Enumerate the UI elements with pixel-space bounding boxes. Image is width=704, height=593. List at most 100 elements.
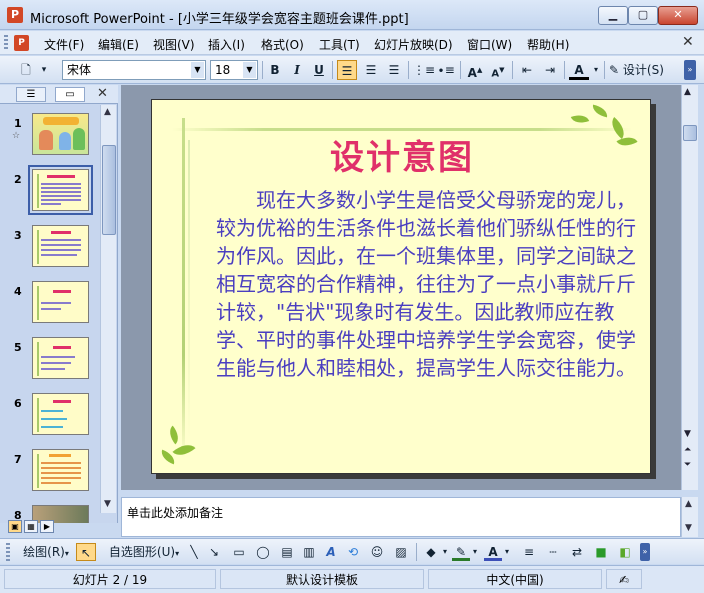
autoshapes-button[interactable]: 自选图形(U)▾	[104, 543, 184, 561]
wordart-icon[interactable]: A	[322, 543, 340, 561]
slide-thumbnail-row[interactable]: 7	[0, 449, 100, 499]
select-pointer-icon[interactable]: ↖	[76, 543, 96, 561]
oval-icon[interactable]: ◯	[254, 543, 272, 561]
increase-indent-icon[interactable]: ⇥	[540, 60, 560, 80]
scroll-up-icon[interactable]: ▲	[104, 107, 111, 117]
next-slide-icon[interactable]: ⏷	[684, 460, 691, 470]
line-color-icon[interactable]: ✎	[452, 543, 470, 561]
scroll-down-icon[interactable]: ▼	[684, 429, 691, 439]
slide-thumbnail-row[interactable]: 2	[0, 165, 100, 219]
line-style-icon[interactable]: ≡	[520, 543, 538, 561]
italic-button[interactable]: I	[288, 60, 306, 80]
font-size-select[interactable]: 18 ▼	[210, 60, 258, 80]
menu-insert[interactable]: 插入(I)	[208, 36, 245, 53]
slide-thumbnail-row[interactable]: 5	[0, 337, 100, 387]
minimize-button[interactable]: ▁	[598, 6, 628, 25]
design-template-name[interactable]: 默认设计模板	[220, 569, 424, 589]
arrow-icon[interactable]: ↘	[206, 543, 222, 561]
chevron-down-icon[interactable]: ▾	[470, 543, 480, 561]
slide-thumbnail-row[interactable]: 4	[0, 281, 100, 331]
align-left-icon[interactable]: ☰	[337, 60, 357, 80]
document-icon[interactable]: P	[14, 35, 29, 51]
menu-help[interactable]: 帮助(H)	[527, 36, 569, 53]
diagram-icon[interactable]: ⟲	[344, 543, 362, 561]
line-icon[interactable]: ╲	[186, 543, 202, 561]
3d-style-icon[interactable]: ◧	[616, 543, 634, 561]
slide-title[interactable]: 设计意图	[152, 130, 650, 179]
draw-menu-button[interactable]: 绘图(R)▾	[18, 543, 74, 561]
menu-file[interactable]: 文件(F)	[44, 36, 84, 53]
decrease-indent-icon[interactable]: ⇤	[517, 60, 537, 80]
picture-icon[interactable]: ▨	[392, 543, 410, 561]
scroll-down-icon[interactable]: ▼	[685, 523, 692, 533]
font-color-icon[interactable]: A	[484, 543, 502, 561]
dash-style-icon[interactable]: ┄	[544, 543, 562, 561]
font-name-select[interactable]: 宋体 ▼	[62, 60, 206, 80]
slide-thumbnail[interactable]	[32, 113, 89, 155]
slide-thumbnail-row[interactable]: 3	[0, 225, 100, 275]
powerpoint-icon[interactable]: P	[7, 7, 23, 23]
close-button[interactable]: ✕	[658, 6, 698, 25]
close-icon[interactable]: ✕	[97, 86, 108, 101]
grip-icon[interactable]	[6, 543, 10, 561]
scroll-up-icon[interactable]: ▲	[684, 87, 691, 97]
chevron-down-icon[interactable]: ▾	[591, 60, 601, 80]
vertical-textbox-icon[interactable]: ▥	[300, 543, 318, 561]
menu-tools[interactable]: 工具(T)	[319, 36, 360, 53]
numbering-icon[interactable]: ⋮≡	[413, 60, 435, 80]
slide-thumbnail[interactable]	[32, 449, 89, 491]
toolbar-options-icon[interactable]: ▾	[38, 60, 50, 80]
scroll-thumb[interactable]	[102, 145, 116, 235]
slide-thumbnail-row[interactable]: 6	[0, 393, 100, 443]
notes-placeholder[interactable]: 单击此处添加备注	[127, 504, 223, 521]
slide-sorter-icon[interactable]: ▦	[24, 520, 38, 533]
slide-thumbnail[interactable]	[32, 337, 89, 379]
thumbnail-scrollbar[interactable]: ▲ ▼	[100, 105, 116, 513]
slide-thumbnail-row[interactable]: 1 ☆	[0, 113, 100, 163]
close-document-icon[interactable]: ✕	[682, 34, 694, 50]
font-color-icon[interactable]: A	[569, 60, 589, 80]
align-center-icon[interactable]: ☰	[361, 60, 381, 80]
shadow-style-icon[interactable]: ■	[592, 543, 610, 561]
increase-font-icon[interactable]: A▲	[465, 60, 485, 80]
previous-slide-icon[interactable]: ⏶	[684, 445, 691, 455]
slide-canvas[interactable]: 设计意图 现在大多数小学生是倍受父母骄宠的宠儿，较为优裕的生活条件也滋长着他们骄…	[151, 99, 651, 474]
underline-button[interactable]: U	[310, 60, 328, 80]
decrease-font-icon[interactable]: A▼	[488, 60, 508, 80]
arrow-style-icon[interactable]: ⇄	[568, 543, 586, 561]
notes-scrollbar[interactable]: ▲ ▼	[681, 497, 698, 537]
spelling-check-icon[interactable]: ✍	[606, 569, 642, 589]
rectangle-icon[interactable]: ▭	[230, 543, 248, 561]
menu-view[interactable]: 视图(V)	[153, 36, 195, 53]
slide-thumbnail[interactable]	[32, 393, 89, 435]
scroll-thumb[interactable]	[683, 125, 697, 141]
design-button[interactable]: ✎ 设计(S)	[609, 60, 673, 80]
scroll-up-icon[interactable]: ▲	[685, 499, 692, 509]
slide-thumbnail[interactable]	[32, 225, 89, 267]
bold-button[interactable]: B	[266, 60, 284, 80]
slideshow-icon[interactable]: ▶	[40, 520, 54, 533]
chevron-down-icon[interactable]: ▼	[191, 62, 204, 78]
toolbar-overflow-icon[interactable]: »	[640, 543, 650, 561]
menu-slideshow[interactable]: 幻灯片放映(D)	[374, 36, 453, 53]
slide-thumbnail-selected[interactable]	[28, 165, 93, 215]
toolbar-overflow-icon[interactable]: »	[684, 60, 696, 80]
menu-edit[interactable]: 编辑(E)	[98, 36, 139, 53]
chevron-down-icon[interactable]: ▾	[502, 543, 512, 561]
grip-icon[interactable]	[4, 35, 8, 51]
chevron-down-icon[interactable]: ▼	[243, 62, 256, 78]
slide-scrollbar[interactable]: ▲ ▼ ⏶ ⏷	[681, 85, 698, 490]
tab-slides[interactable]: ▭	[55, 87, 85, 102]
slide-thumbnail[interactable]	[32, 281, 89, 323]
bullets-icon[interactable]: ∙≡	[436, 60, 456, 80]
menu-format[interactable]: 格式(O)	[261, 36, 304, 53]
maximize-button[interactable]: ▢	[628, 6, 658, 25]
fill-color-icon[interactable]: ◆	[422, 543, 440, 561]
menu-window[interactable]: 窗口(W)	[467, 36, 512, 53]
slide-body-text[interactable]: 现在大多数小学生是倍受父母骄宠的宠儿，较为优裕的生活条件也滋长着他们骄纵任性的行…	[216, 186, 636, 382]
normal-view-icon[interactable]: ▣	[8, 520, 22, 533]
textbox-icon[interactable]: ▤	[278, 543, 296, 561]
align-right-icon[interactable]: ☰	[384, 60, 404, 80]
scroll-down-icon[interactable]: ▼	[104, 499, 111, 509]
chevron-down-icon[interactable]: ▾	[440, 543, 450, 561]
